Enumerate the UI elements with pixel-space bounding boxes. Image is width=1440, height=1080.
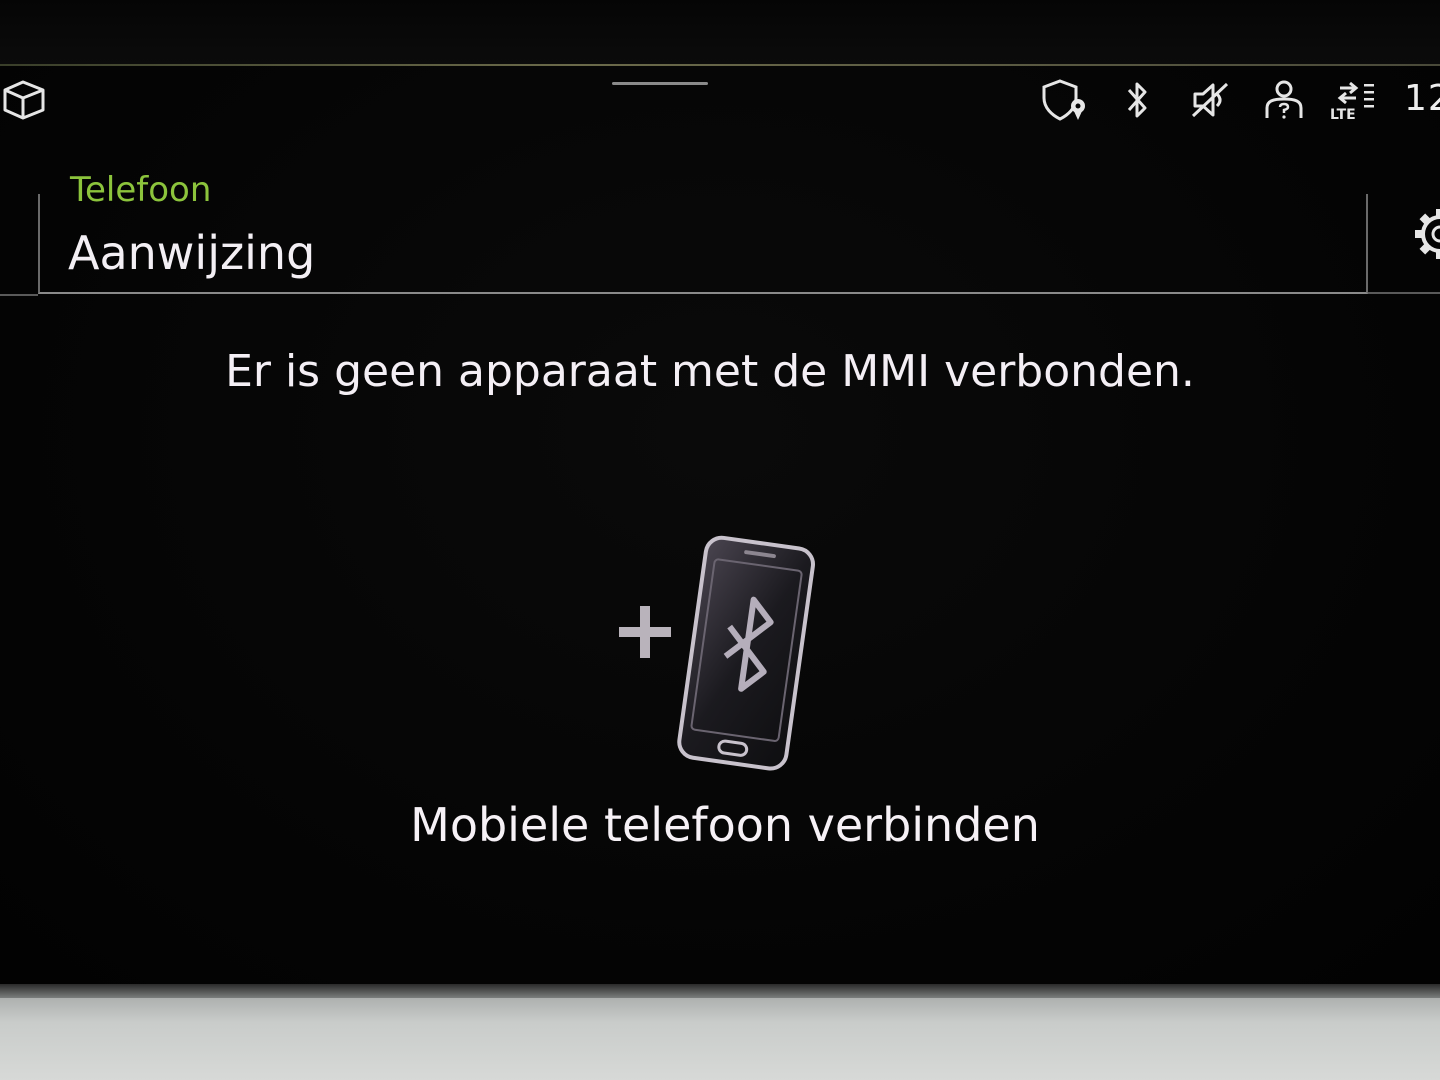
clock: 12 <box>1404 78 1440 119</box>
lte-label: LTE <box>1330 107 1356 122</box>
breadcrumb[interactable]: Telefoon <box>70 170 211 210</box>
header-divider-right <box>1368 292 1440 294</box>
mute-icon[interactable] <box>1186 80 1234 120</box>
connect-phone-label[interactable]: Mobiele telefoon verbinden <box>0 798 1440 852</box>
page-title: Aanwijzing <box>68 226 316 280</box>
shield-location-icon[interactable] <box>1040 79 1088 121</box>
drag-handle[interactable] <box>612 82 708 85</box>
no-device-message: Er is geen apparaat met de MMI verbonden… <box>225 346 1195 397</box>
phone-bluetooth-icon <box>677 535 815 771</box>
header-divider-left <box>0 294 38 296</box>
3d-cube-icon[interactable] <box>0 80 48 120</box>
bluetooth-icon[interactable] <box>1114 80 1162 120</box>
screen: LTE 12 Telefoon Aanwijzing Er is geen ap… <box>0 64 1440 984</box>
bezel-bottom <box>0 984 1440 1080</box>
screen-edge <box>0 64 1440 66</box>
bezel-top <box>0 0 1440 64</box>
settings-gear-icon[interactable] <box>1404 204 1440 264</box>
user-icon[interactable] <box>1260 80 1308 120</box>
lte-signal-icon[interactable]: LTE <box>1328 80 1380 122</box>
